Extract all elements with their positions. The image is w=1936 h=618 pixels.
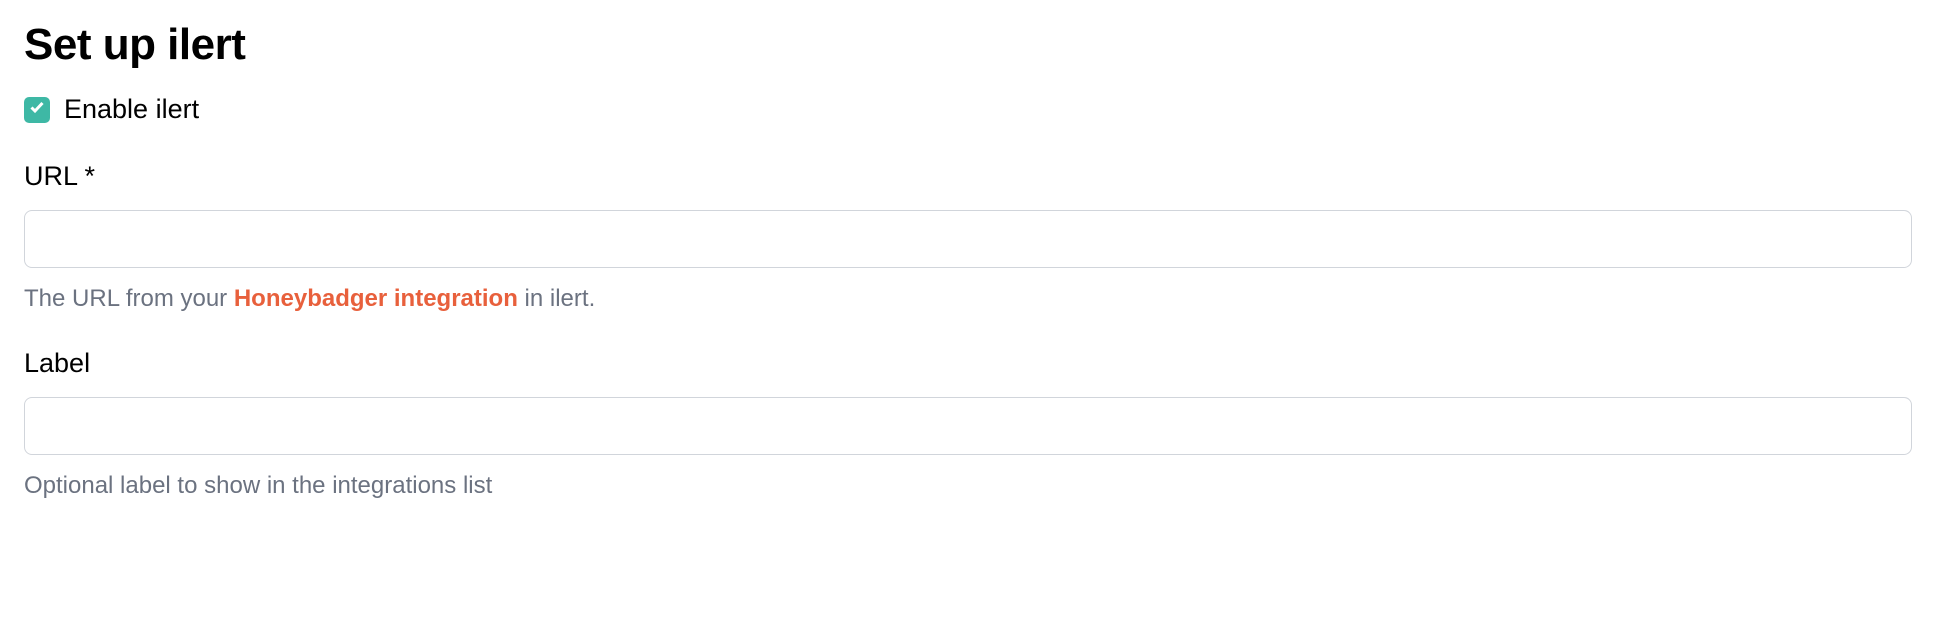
label-input[interactable] [24, 397, 1912, 455]
url-input[interactable] [24, 210, 1912, 268]
enable-checkbox[interactable] [24, 97, 50, 123]
url-help-suffix: in ilert. [518, 285, 595, 312]
label-help-text: Optional label to show in the integratio… [24, 469, 1912, 503]
page-title: Set up ilert [24, 20, 1912, 70]
url-label: URL * [24, 161, 1912, 192]
enable-checkbox-label: Enable ilert [64, 94, 199, 125]
check-icon [29, 99, 45, 120]
enable-checkbox-row: Enable ilert [24, 94, 1912, 125]
url-field-group: URL * The URL from your Honeybadger inte… [24, 161, 1912, 316]
label-field-group: Label Optional label to show in the inte… [24, 348, 1912, 503]
url-help-prefix: The URL from your [24, 285, 234, 312]
url-help-text: The URL from your Honeybadger integratio… [24, 282, 1912, 316]
label-label: Label [24, 348, 1912, 379]
honeybadger-integration-link[interactable]: Honeybadger integration [234, 285, 518, 312]
